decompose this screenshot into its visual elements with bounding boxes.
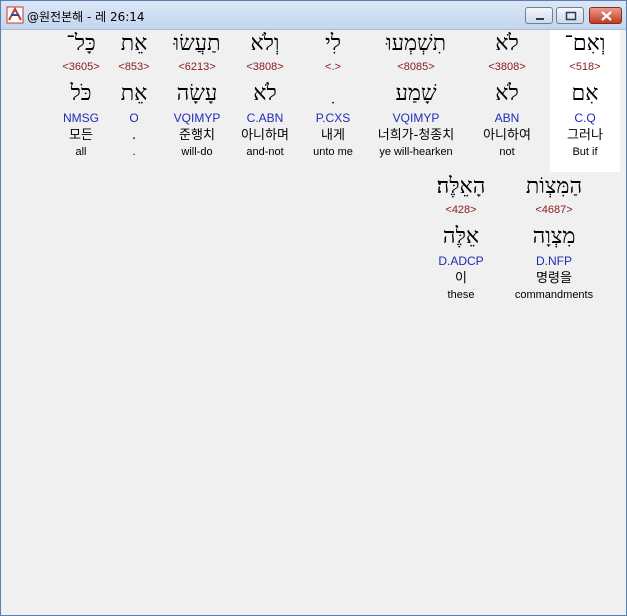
minimize-icon	[536, 18, 544, 20]
korean-gloss: 너희가-청종치	[377, 128, 455, 143]
morphology-code: NMSG	[63, 111, 99, 125]
morphology-code: VQIMYP	[173, 111, 221, 125]
hebrew-lemma: עָשָׂה	[176, 81, 218, 106]
hebrew-lemma: שָׁמַע	[395, 81, 437, 106]
morphology-code: ABN	[494, 111, 520, 125]
english-gloss: ye will-hearken	[379, 146, 453, 158]
app-window: @원전본해 - 레 26:14 וְאִם־ <518> אִם C.Q 그러나…	[0, 0, 627, 616]
english-gloss: commandments	[514, 289, 594, 301]
word-column[interactable]: אֵת <853> אֵת O . .	[108, 30, 160, 159]
word-column[interactable]: תַעֲשׂוּ <6213> עָשָׂה VQIMYP 준행치 will-d…	[162, 30, 232, 159]
strong-number[interactable]: <6213>	[162, 60, 232, 76]
korean-gloss: 내게	[321, 128, 345, 143]
korean-gloss: 아니하며	[241, 128, 289, 143]
minimize-button[interactable]	[525, 7, 553, 24]
hebrew-lemma: לֹא	[253, 81, 277, 106]
word-column[interactable]: לֹא <3808> לֹא ABN 아니하여 not	[472, 30, 542, 159]
hebrew-word[interactable]: תַעֲשׂוּ	[162, 30, 232, 60]
morphology-code: D.NFP	[536, 254, 572, 268]
strong-number[interactable]: <8085>	[366, 60, 466, 76]
hebrew-word[interactable]: כָּל־	[50, 30, 112, 60]
word-column[interactable]: כָּל־ <3605> כֹּל NMSG 모든 all	[50, 30, 112, 159]
hebrew-lemma: כֹּל	[70, 81, 92, 106]
morphology-code: P.CXS	[315, 111, 351, 125]
hebrew-word[interactable]: וְאִם־	[550, 30, 620, 60]
morphology-code: C.Q	[574, 111, 596, 125]
interlinear-pane[interactable]: וְאִם־ <518> אִם C.Q 그러나 But if לֹא <380…	[4, 30, 623, 612]
korean-gloss: 아니하여	[483, 128, 531, 143]
hebrew-lemma: אִם	[571, 81, 599, 106]
hebrew-word[interactable]: אֵת	[108, 30, 160, 60]
word-column[interactable]: הַמִּצְוֹת <4687> מִצְוָה D.NFP 명령을 comm…	[504, 173, 604, 302]
hebrew-word[interactable]: הַמִּצְוֹת	[504, 173, 604, 203]
strong-number[interactable]: <3605>	[50, 60, 112, 76]
close-button[interactable]	[589, 7, 622, 24]
hebrew-lemma: ִ	[298, 80, 368, 110]
word-column[interactable]: לִי <.> ִ P.CXS 내게 unto me	[298, 30, 368, 159]
english-gloss: .	[132, 146, 136, 158]
korean-gloss: 준행치	[179, 128, 215, 143]
english-gloss: and-not	[246, 146, 284, 158]
word-column[interactable]: הָאֵלֶּה׃ <428> אֵלֶּה D.ADCP 이 these	[422, 173, 500, 302]
korean-gloss: 이	[455, 271, 467, 286]
hebrew-word[interactable]: לֹא	[472, 30, 542, 60]
strong-number[interactable]: <518>	[550, 60, 620, 76]
english-gloss: But if	[572, 146, 598, 158]
korean-gloss: .	[131, 128, 137, 143]
hebrew-lemma: מִצְוָה	[532, 224, 576, 249]
english-gloss: will-do	[181, 146, 213, 158]
hebrew-lemma: אֵלֶּה	[442, 224, 480, 249]
strong-number[interactable]: <853>	[108, 60, 160, 76]
morphology-code: VQIMYP	[392, 111, 440, 125]
hebrew-word[interactable]: תִשְׁמְעוּ	[366, 30, 466, 60]
english-gloss: these	[447, 289, 475, 301]
strong-number[interactable]: <3808>	[230, 60, 300, 76]
maximize-icon	[565, 11, 577, 21]
close-icon	[601, 11, 612, 21]
word-column[interactable]: וְאִם־ <518> אִם C.Q 그러나 But if	[550, 30, 620, 172]
morphology-code: O	[129, 111, 139, 125]
strong-number[interactable]: <3808>	[472, 60, 542, 76]
title-bar[interactable]: @원전본해 - 레 26:14	[1, 1, 626, 30]
window-title: @원전본해 - 레 26:14	[27, 10, 145, 24]
morphology-code: C.ABN	[246, 111, 284, 125]
word-column[interactable]: וְלֹא <3808> לֹא C.ABN 아니하며 and-not	[230, 30, 300, 159]
english-gloss: not	[499, 146, 515, 158]
strong-number[interactable]: <428>	[422, 203, 500, 219]
strong-number[interactable]: <4687>	[504, 203, 604, 219]
app-logo-icon	[6, 6, 24, 24]
hebrew-word[interactable]: לִי	[298, 30, 368, 60]
strong-number[interactable]: <.>	[298, 60, 368, 76]
korean-gloss: 명령을	[536, 271, 572, 286]
english-gloss: all	[75, 146, 87, 158]
english-gloss: unto me	[313, 146, 353, 158]
word-column[interactable]: תִשְׁמְעוּ <8085> שָׁמַע VQIMYP 너희가-청종치 …	[366, 30, 466, 159]
maximize-button[interactable]	[556, 7, 584, 24]
korean-gloss: 모든	[69, 128, 93, 143]
hebrew-word[interactable]: וְלֹא	[230, 30, 300, 60]
hebrew-word[interactable]: הָאֵלֶּה׃	[422, 173, 500, 203]
morphology-code: D.ADCP	[438, 254, 484, 268]
korean-gloss: 그러나	[567, 128, 603, 143]
hebrew-lemma: לֹא	[495, 81, 519, 106]
hebrew-lemma: אֵת	[120, 81, 148, 106]
